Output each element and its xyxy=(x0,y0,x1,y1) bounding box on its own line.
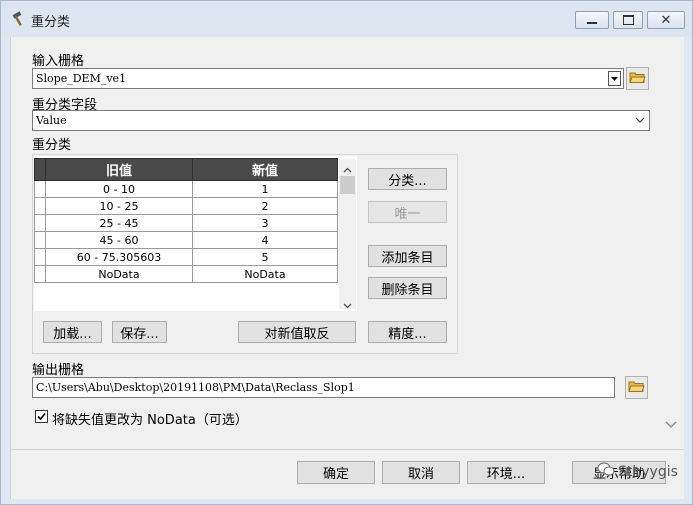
reclass-field-value: Value xyxy=(36,114,67,127)
folder-open-icon xyxy=(629,70,646,87)
reclass-table-area: 旧值 新值 0 - 10 1 10 - 25 2 25 - 45 3 45 - … xyxy=(34,156,357,311)
watermark-text: Sthyygis xyxy=(618,463,678,480)
col-old-values[interactable]: 旧值 xyxy=(45,158,193,181)
input-raster-label: 输入栅格 xyxy=(32,54,85,69)
reclass-field-dropdown[interactable]: Value xyxy=(32,110,650,131)
row-header-corner xyxy=(34,158,46,181)
new-value-cell[interactable]: 5 xyxy=(192,248,338,266)
reclassify-window: 重分类 ✕ 输入栅格 Slope_DEM_ve1 重分类字段 Value 重分类… xyxy=(0,0,693,505)
old-value-cell[interactable]: 0 - 10 xyxy=(45,180,193,198)
add-entry-button[interactable]: 添加条目 xyxy=(368,245,447,267)
old-value-cell[interactable]: 60 - 75.305603 xyxy=(45,248,193,266)
nodata-checkbox[interactable] xyxy=(35,410,48,423)
row-header[interactable] xyxy=(34,248,46,266)
col-new-values[interactable]: 新值 xyxy=(192,158,338,181)
footer-divider xyxy=(11,449,684,450)
new-value-cell[interactable]: 2 xyxy=(192,197,338,215)
maximize-icon xyxy=(622,15,634,25)
table-row: 10 - 25 2 xyxy=(34,197,338,215)
input-raster-dropdown[interactable]: Slope_DEM_ve1 xyxy=(32,68,624,89)
ok-button[interactable]: 确定 xyxy=(297,461,375,484)
table-row: NoData NoData xyxy=(34,265,338,283)
scroll-thumb[interactable] xyxy=(340,176,355,194)
reclassification-group: 旧值 新值 0 - 10 1 10 - 25 2 25 - 45 3 45 - … xyxy=(32,154,458,354)
minimize-icon xyxy=(587,22,597,24)
load-button[interactable]: 加载... xyxy=(43,321,102,343)
table-row: 0 - 10 1 xyxy=(34,180,338,198)
unique-button[interactable]: 唯一 xyxy=(368,201,447,223)
old-value-cell[interactable]: 45 - 60 xyxy=(45,231,193,249)
watermark: Sthyygis xyxy=(597,462,678,481)
reclass-table[interactable]: 旧值 新值 0 - 10 1 10 - 25 2 25 - 45 3 45 - … xyxy=(34,158,338,283)
new-value-cell[interactable]: 4 xyxy=(192,231,338,249)
new-value-cell[interactable]: 3 xyxy=(192,214,338,232)
window-title: 重分类 xyxy=(31,15,71,30)
input-raster-browse-button[interactable] xyxy=(626,67,649,90)
scroll-down-icon[interactable] xyxy=(343,298,352,312)
input-raster-value: Slope_DEM_ve1 xyxy=(36,72,127,85)
wechat-icon xyxy=(597,462,615,481)
environments-button[interactable]: 环境... xyxy=(467,461,545,484)
scroll-up-icon[interactable] xyxy=(343,162,352,176)
row-header[interactable] xyxy=(34,197,46,215)
row-header[interactable] xyxy=(34,180,46,198)
close-button[interactable]: ✕ xyxy=(647,11,685,29)
row-header[interactable] xyxy=(34,265,46,283)
old-value-cell[interactable]: 25 - 45 xyxy=(45,214,193,232)
panel-scroll-down-icon[interactable] xyxy=(665,418,677,432)
checkmark-icon xyxy=(37,410,46,424)
close-icon: ✕ xyxy=(660,12,672,28)
classify-button[interactable]: 分类... xyxy=(368,168,447,190)
delete-entry-button[interactable]: 删除条目 xyxy=(368,277,447,299)
save-button[interactable]: 保存... xyxy=(112,321,167,343)
old-value-cell[interactable]: 10 - 25 xyxy=(45,197,193,215)
old-value-cell[interactable]: NoData xyxy=(45,265,193,283)
reclassification-label: 重分类 xyxy=(32,138,72,153)
dialog-body: 输入栅格 Slope_DEM_ve1 重分类字段 Value 重分类 旧值 新值… xyxy=(10,37,684,499)
row-header[interactable] xyxy=(34,214,46,232)
precision-button[interactable]: 精度... xyxy=(368,321,447,343)
title-bar[interactable]: 重分类 ✕ xyxy=(1,1,692,37)
reverse-new-values-button[interactable]: 对新值取反 xyxy=(238,321,356,343)
output-raster-field[interactable]: C:\Users\Abu\Desktop\20191108\PM\Data\Re… xyxy=(32,377,615,398)
output-raster-label: 输出栅格 xyxy=(32,363,85,378)
table-row: 25 - 45 3 xyxy=(34,214,338,232)
row-header[interactable] xyxy=(34,231,46,249)
dropdown-arrow-icon[interactable] xyxy=(608,71,621,86)
hammer-icon xyxy=(10,10,28,31)
output-raster-browse-button[interactable] xyxy=(625,376,648,399)
minimize-button[interactable] xyxy=(575,11,609,29)
cancel-button[interactable]: 取消 xyxy=(382,461,460,484)
table-scrollbar[interactable] xyxy=(339,159,356,309)
table-row: 60 - 75.305603 5 xyxy=(34,248,338,266)
output-raster-value: C:\Users\Abu\Desktop\20191108\PM\Data\Re… xyxy=(36,381,355,394)
folder-open-icon xyxy=(628,379,645,396)
nodata-checkbox-label[interactable]: 将缺失值更改为 NoData（可选） xyxy=(52,409,248,428)
table-row: 45 - 60 4 xyxy=(34,231,338,249)
new-value-cell[interactable]: 1 xyxy=(192,180,338,198)
chevron-down-icon[interactable] xyxy=(635,114,645,129)
new-value-cell[interactable]: NoData xyxy=(192,265,338,283)
maximize-button[interactable] xyxy=(613,11,643,29)
